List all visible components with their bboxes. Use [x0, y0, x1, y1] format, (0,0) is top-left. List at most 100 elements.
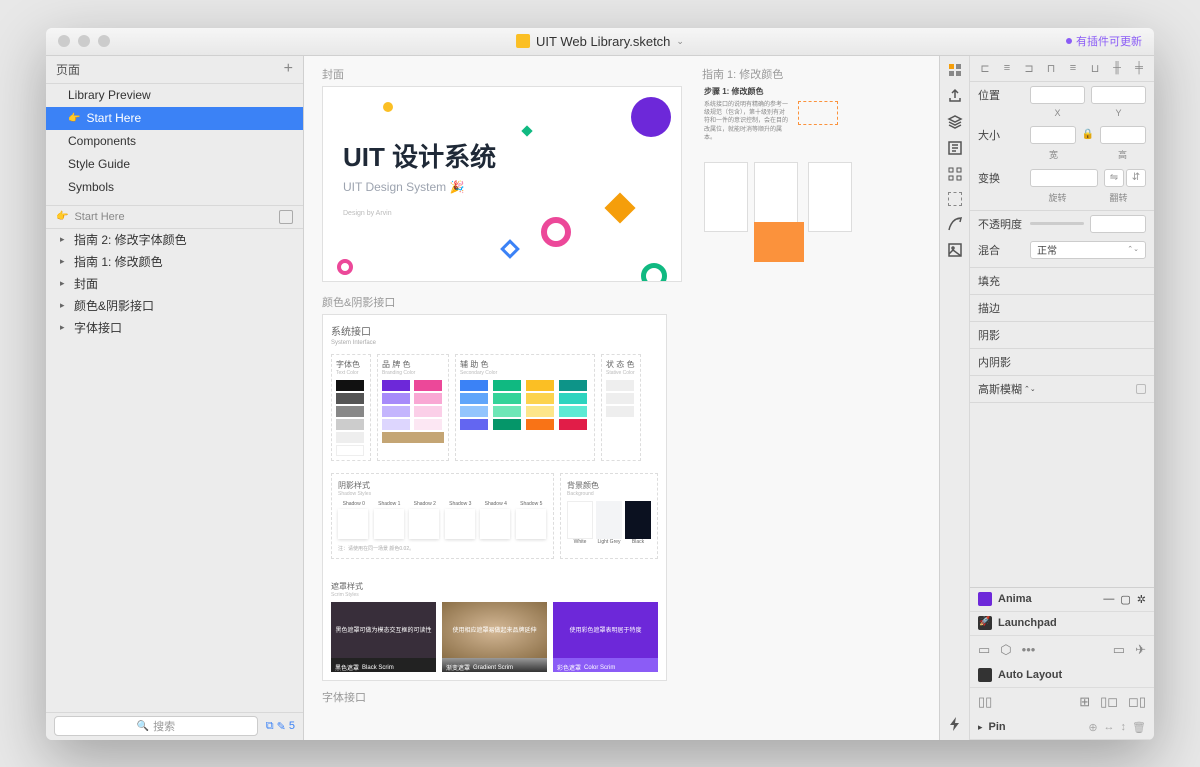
stack-icon[interactable]: ▯▯ [978, 694, 992, 710]
pin-height-icon[interactable]: ↕ [1121, 721, 1127, 733]
add-page-button[interactable]: + [284, 60, 293, 78]
minimize-button[interactable] [78, 35, 90, 47]
border-section[interactable]: 描边 [970, 295, 1154, 322]
grid-icon[interactable] [947, 166, 963, 182]
gear-icon[interactable]: ✲ [1137, 593, 1146, 606]
artboard-label-fonts[interactable]: 字体接口 [322, 689, 921, 705]
cube-icon[interactable]: ⬡ [1000, 642, 1011, 658]
section-subtitle: System Interface [331, 340, 658, 346]
device-icon[interactable]: ▯◻ [1100, 694, 1118, 710]
opacity-input[interactable] [1090, 215, 1146, 233]
plugin-launchpad[interactable]: 🚀 Launchpad [970, 612, 1154, 636]
width-input[interactable] [1030, 126, 1076, 144]
distribute-v-icon[interactable]: ╪ [1132, 61, 1146, 75]
plugin-autolayout[interactable]: Auto Layout [970, 664, 1154, 688]
scrim-row: 黑色遮罩可做为模态交互框的可读性 使用相应遮罩易做起来品牌延伸 使用彩色遮罩表明… [331, 602, 658, 658]
page-item-symbols[interactable]: Symbols [46, 176, 303, 199]
page-list: Library Preview 👉Start Here Components S… [46, 84, 303, 199]
page-item-style-guide[interactable]: Style Guide [46, 153, 303, 176]
blend-select[interactable]: 正常 [1030, 241, 1146, 259]
tool-logo-icon[interactable] [947, 62, 963, 78]
align-left-icon[interactable]: ⊏ [978, 61, 992, 75]
artboard-guide-1[interactable]: 指南 1: 修改颜色 步骤 1: 修改颜色 系统接口的说明有精确的参考一级规范（… [704, 66, 854, 233]
blur-section[interactable]: 高斯模糊⌃⌄ [970, 376, 1154, 403]
search-bar: 🔍 搜索 ⧉ ✎ 5 [46, 712, 303, 740]
shape-dot [521, 125, 532, 136]
document-title[interactable]: UIT Web Library.sketch ⌄ [516, 34, 684, 49]
export-icon[interactable] [947, 88, 963, 104]
layers-view-toggle[interactable] [279, 210, 293, 224]
align-center-h-icon[interactable]: ≡ [1000, 61, 1014, 75]
opacity-slider[interactable] [1030, 222, 1084, 225]
text-icon[interactable] [947, 140, 963, 156]
browser-icon[interactable]: ▭ [1113, 642, 1125, 658]
trash-icon[interactable]: 🗑 [1132, 721, 1146, 734]
plugin-update-notice[interactable]: 有插件可更新 [1066, 33, 1154, 49]
shadow-group: 阴影样式 Shadow Styles Shadow 0 Shadow 1 Sha… [331, 473, 554, 559]
align-center-v-icon[interactable]: ≡ [1066, 61, 1080, 75]
artboard-label-guide[interactable]: 指南 1: 修改颜色 [702, 66, 854, 82]
distribute-h-icon[interactable]: ╫ [1110, 61, 1124, 75]
rotate-input[interactable] [1030, 169, 1098, 187]
layer-list: ▸指南 2: 修改字体颜色 ▸指南 1: 修改颜色 ▸封面 ▸颜色&阴影接口 ▸… [46, 229, 303, 712]
more-icon[interactable]: ••• [1022, 642, 1036, 657]
flip-h-button[interactable]: ⇋ [1104, 169, 1124, 187]
curve-icon[interactable] [947, 216, 963, 232]
shape-ring [541, 217, 571, 247]
grid-icon[interactable]: ⊞ [1079, 694, 1090, 710]
pin-width-icon[interactable]: ↔ [1104, 721, 1115, 733]
guide-thumbnail [808, 162, 852, 232]
align-top-icon[interactable]: ⊓ [1044, 61, 1058, 75]
expand-icon[interactable]: ▢ [1120, 593, 1130, 606]
align-bottom-icon[interactable]: ⊔ [1088, 61, 1102, 75]
filter-button[interactable]: ⧉ ✎ 5 [266, 720, 295, 733]
shape-circle [631, 97, 671, 137]
shape-square [500, 239, 520, 259]
scrim-sub: Scrim Styles [331, 592, 658, 598]
blend-label: 混合 [978, 242, 1024, 258]
pin-target-icon[interactable]: ⊕ [1088, 721, 1097, 734]
layer-item[interactable]: ▸颜色&阴影接口 [46, 295, 303, 317]
plugin-panel: Anima — ▢ ✲ 🚀 Launchpad ▭ ⬡ ••• [970, 587, 1154, 740]
page-item-components[interactable]: Components [46, 130, 303, 153]
guide-outline [798, 101, 838, 125]
shadow-section[interactable]: 阴影 [970, 322, 1154, 349]
layer-item[interactable]: ▸字体接口 [46, 317, 303, 339]
inner-shadow-section[interactable]: 内阴影 [970, 349, 1154, 376]
device2-icon[interactable]: ◻▯ [1128, 694, 1146, 710]
flip-v-button[interactable]: ⇵ [1126, 169, 1146, 187]
hand-icon: 👉 [68, 113, 80, 124]
artboard-icon[interactable]: ▭ [978, 642, 990, 658]
fill-section[interactable]: 填充 [970, 268, 1154, 295]
chevron-right-icon: ▸ [60, 278, 68, 289]
layer-item[interactable]: ▸指南 1: 修改颜色 [46, 251, 303, 273]
plugin-anima[interactable]: Anima — ▢ ✲ [970, 588, 1154, 612]
bolt-icon[interactable] [947, 716, 963, 732]
height-input[interactable] [1100, 126, 1146, 144]
zoom-button[interactable] [98, 35, 110, 47]
x-input[interactable] [1030, 86, 1085, 104]
page-item-start-here[interactable]: 👉Start Here [46, 107, 303, 130]
layer-item[interactable]: ▸指南 2: 修改字体颜色 [46, 229, 303, 251]
plugin-pin[interactable]: ▸ Pin ⊕ ↔ ↕ 🗑 [970, 716, 1154, 740]
cover-subtitle: UIT Design System [343, 180, 446, 194]
lock-icon[interactable]: 🔒 [1082, 129, 1094, 140]
canvas[interactable]: 封面 UIT 设计系统 UIT Design System 🎉 Design b… [304, 56, 939, 740]
layer-item[interactable]: ▸封面 [46, 273, 303, 295]
image-icon[interactable] [947, 242, 963, 258]
align-right-icon[interactable]: ⊐ [1022, 61, 1036, 75]
artboard-cover[interactable]: UIT 设计系统 UIT Design System 🎉 Design by A… [322, 86, 682, 282]
minimize-icon[interactable]: — [1103, 593, 1114, 605]
layers-icon[interactable] [947, 114, 963, 130]
artboard-colors[interactable]: 系统接口 System Interface 字体色 Text Color [322, 314, 667, 681]
select-icon[interactable] [948, 192, 962, 206]
y-input[interactable] [1091, 86, 1146, 104]
close-button[interactable] [58, 35, 70, 47]
section-title: 系统接口 [331, 323, 658, 338]
rocket-icon[interactable]: ✈ [1135, 642, 1146, 658]
search-input[interactable]: 🔍 搜索 [54, 716, 258, 736]
page-item-library-preview[interactable]: Library Preview [46, 84, 303, 107]
artboard-label-colors[interactable]: 颜色&阴影接口 [322, 294, 921, 310]
chevron-right-icon: ▸ [60, 256, 68, 267]
blur-checkbox[interactable] [1136, 384, 1146, 394]
